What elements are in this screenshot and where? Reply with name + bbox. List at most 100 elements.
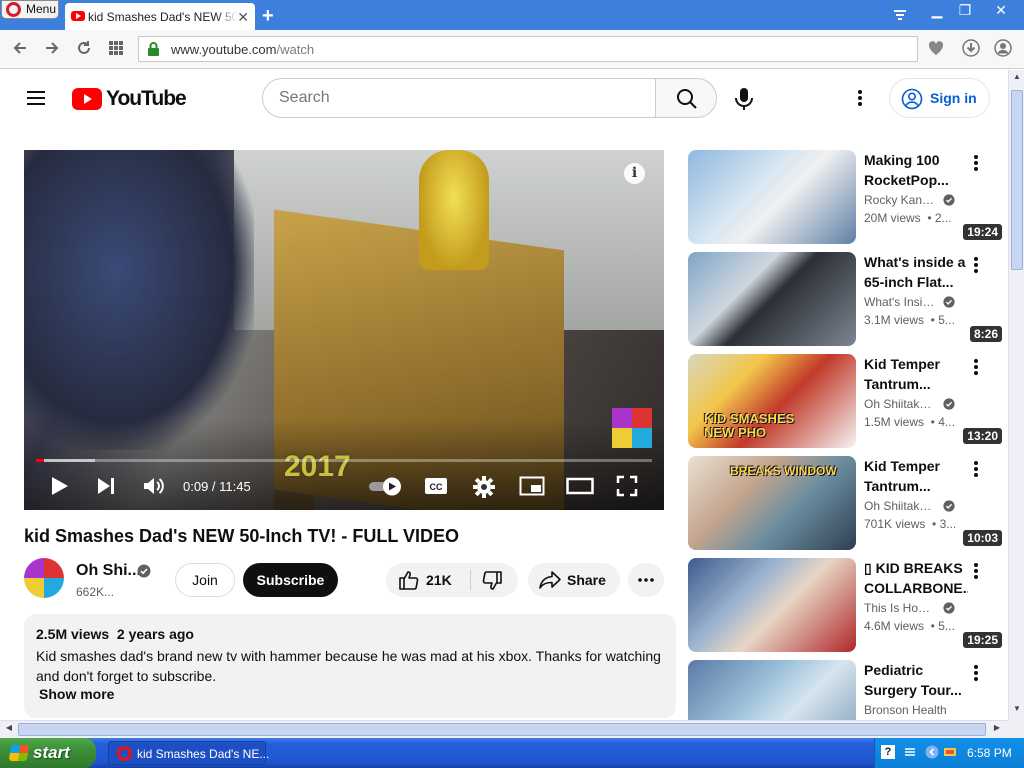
guide-menu-icon[interactable]	[26, 90, 46, 106]
windows-flag-icon	[8, 745, 30, 761]
help-icon[interactable]: ?	[881, 745, 895, 759]
dislike-button[interactable]	[471, 563, 518, 597]
theater-mode-icon[interactable]	[566, 476, 594, 496]
voice-search-mic-icon[interactable]	[732, 86, 756, 112]
search-button[interactable]	[655, 78, 717, 118]
speed-dial-grid-icon[interactable]	[108, 40, 124, 56]
recommendation-menu-icon[interactable]	[968, 460, 984, 478]
recommendation-menu-icon[interactable]	[968, 358, 984, 376]
youtube-logo[interactable]: YouTube	[72, 87, 187, 111]
fullscreen-icon[interactable]	[616, 475, 638, 497]
scroll-left-arrow-icon[interactable]: ◀	[2, 723, 16, 737]
scroll-up-arrow-icon[interactable]: ▲	[1011, 72, 1023, 86]
recommendation-item[interactable]: 19:25 ▯ KID BREAKS COLLARBONE... This Is…	[688, 558, 1006, 652]
recommendation-menu-icon[interactable]	[968, 256, 984, 274]
recommendation-channel[interactable]: Oh Shiitake ...	[864, 499, 938, 513]
recommendation-title[interactable]: Kid Temper Tantrum...	[864, 354, 968, 394]
subscribe-button[interactable]: Subscribe	[243, 563, 338, 597]
recommendation-item[interactable]: BREAKS WINDOW 10:03 Kid Temper Tantrum..…	[688, 456, 1006, 550]
share-label: Share	[567, 572, 606, 588]
video-player[interactable]: 2017 i 0:09 / 11:45 CC	[24, 150, 664, 510]
description-box[interactable]: 2.5M views 2 years ago Kid smashes dad's…	[24, 614, 676, 718]
info-icon[interactable]: i	[624, 163, 645, 184]
recommendation-meta: 3.1M views • 5...	[864, 313, 955, 327]
browser-menu-button[interactable]: Menu	[1, 0, 59, 19]
time-display: 0:09 / 11:45	[183, 479, 251, 494]
new-tab-plus-icon[interactable]: +	[262, 5, 274, 28]
more-actions-button[interactable]	[628, 563, 664, 597]
tray-arrow-icon[interactable]	[925, 745, 939, 759]
next-icon[interactable]	[95, 475, 117, 497]
join-button[interactable]: Join	[175, 563, 235, 597]
channel-name[interactable]: Oh Shi...	[76, 562, 141, 580]
tab-list-icon[interactable]	[892, 8, 908, 22]
recommendation-channel[interactable]: What's Insid...	[864, 295, 938, 309]
recommendation-channel[interactable]: Rocky Kana...	[864, 193, 938, 207]
settings-kebab-icon[interactable]	[852, 88, 868, 108]
search-input[interactable]	[262, 78, 656, 118]
recommendation-thumbnail[interactable]: BREAKS WINDOW	[688, 456, 856, 550]
subtitles-cc-icon[interactable]: CC	[424, 476, 448, 496]
autoplay-toggle[interactable]	[368, 476, 404, 496]
settings-gear-icon[interactable]	[472, 475, 496, 499]
taskbar-window-button[interactable]: kid Smashes Dad's NE...	[108, 741, 269, 765]
menu-label: Menu	[26, 2, 57, 16]
opera-logo-icon	[6, 2, 21, 17]
windows-taskbar: start kid Smashes Dad's NE... ? 6:58 PM	[0, 738, 1024, 768]
recommendation-thumbnail[interactable]	[688, 660, 856, 720]
recommendation-title[interactable]: Kid Temper Tantrum...	[864, 456, 968, 496]
recommendation-menu-icon[interactable]	[968, 562, 984, 580]
recommendation-thumbnail[interactable]	[688, 150, 856, 244]
svg-text:CC: CC	[430, 482, 443, 492]
back-icon[interactable]	[12, 40, 28, 56]
scroll-right-arrow-icon[interactable]: ▶	[990, 723, 1004, 737]
recommendation-menu-icon[interactable]	[968, 154, 984, 172]
recommendation-item[interactable]: Pediatric Surgery Tour... Bronson Health	[688, 660, 1006, 720]
reload-icon[interactable]	[76, 40, 92, 56]
forward-icon[interactable]	[44, 40, 60, 56]
bookmark-heart-icon[interactable]	[927, 39, 945, 57]
recommendation-channel[interactable]: Oh Shiitake ...	[864, 397, 938, 411]
maximize-icon[interactable]: ❐	[952, 2, 978, 20]
recommendation-channel[interactable]: This Is How ...	[864, 601, 938, 615]
channel-watermark[interactable]	[612, 408, 652, 448]
start-button[interactable]: start	[0, 738, 96, 768]
recommendation-item[interactable]: KID SMASHES NEW PHO 13:20 Kid Temper Tan…	[688, 354, 1006, 448]
channel-avatar[interactable]	[24, 558, 64, 598]
tab-close-icon[interactable]: ✕	[237, 9, 249, 26]
recommendation-title[interactable]: What's inside a 65-inch Flat...	[864, 252, 968, 292]
vertical-scrollbar[interactable]: ▲ ▼	[1008, 70, 1024, 720]
download-icon[interactable]	[962, 39, 980, 57]
play-icon[interactable]	[48, 475, 70, 497]
close-window-icon[interactable]: ✕	[988, 2, 1014, 20]
recommendation-title[interactable]: Pediatric Surgery Tour...	[864, 660, 968, 700]
minimize-icon[interactable]: ▁	[924, 2, 950, 20]
volume-icon[interactable]	[142, 475, 166, 497]
youtube-play-logo-icon	[72, 88, 102, 110]
recommendation-item[interactable]: 8:26 What's inside a 65-inch Flat... Wha…	[688, 252, 1006, 346]
horizontal-scrollbar[interactable]: ◀ ▶	[0, 720, 1008, 738]
vertical-scroll-thumb[interactable]	[1011, 90, 1023, 270]
recommendation-title[interactable]: ▯ KID BREAKS COLLARBONE...	[864, 558, 968, 598]
progress-bar[interactable]	[36, 459, 652, 462]
recommendation-thumbnail[interactable]	[688, 558, 856, 652]
sign-in-button[interactable]: Sign in	[889, 78, 990, 118]
show-more-link[interactable]: Show more	[39, 686, 114, 702]
miniplayer-icon[interactable]	[519, 476, 545, 496]
recommendation-title[interactable]: Making 100 RocketPop...	[864, 150, 968, 190]
volume-tray-icon[interactable]	[943, 745, 957, 759]
horizontal-scroll-thumb[interactable]	[18, 723, 986, 736]
browser-tab-active[interactable]: kid Smashes Dad's NEW 50-Inch TV! - FULL…	[65, 3, 255, 30]
scroll-down-arrow-icon[interactable]: ▼	[1011, 704, 1023, 718]
address-bar[interactable]: www.youtube.com/watch	[138, 36, 918, 62]
recommendation-item[interactable]: 19:24 Making 100 RocketPop... Rocky Kana…	[688, 150, 1006, 244]
recommendation-thumbnail[interactable]: KID SMASHES NEW PHO	[688, 354, 856, 448]
network-icon[interactable]	[903, 745, 917, 759]
recommendation-channel[interactable]: Bronson Health	[864, 703, 964, 717]
recommendation-thumbnail[interactable]	[688, 252, 856, 346]
account-icon[interactable]	[994, 39, 1012, 57]
recommendation-menu-icon[interactable]	[968, 664, 984, 682]
like-button[interactable]: 21K	[386, 563, 470, 597]
share-button[interactable]: Share	[528, 563, 620, 597]
more-horizontal-icon	[638, 578, 654, 582]
